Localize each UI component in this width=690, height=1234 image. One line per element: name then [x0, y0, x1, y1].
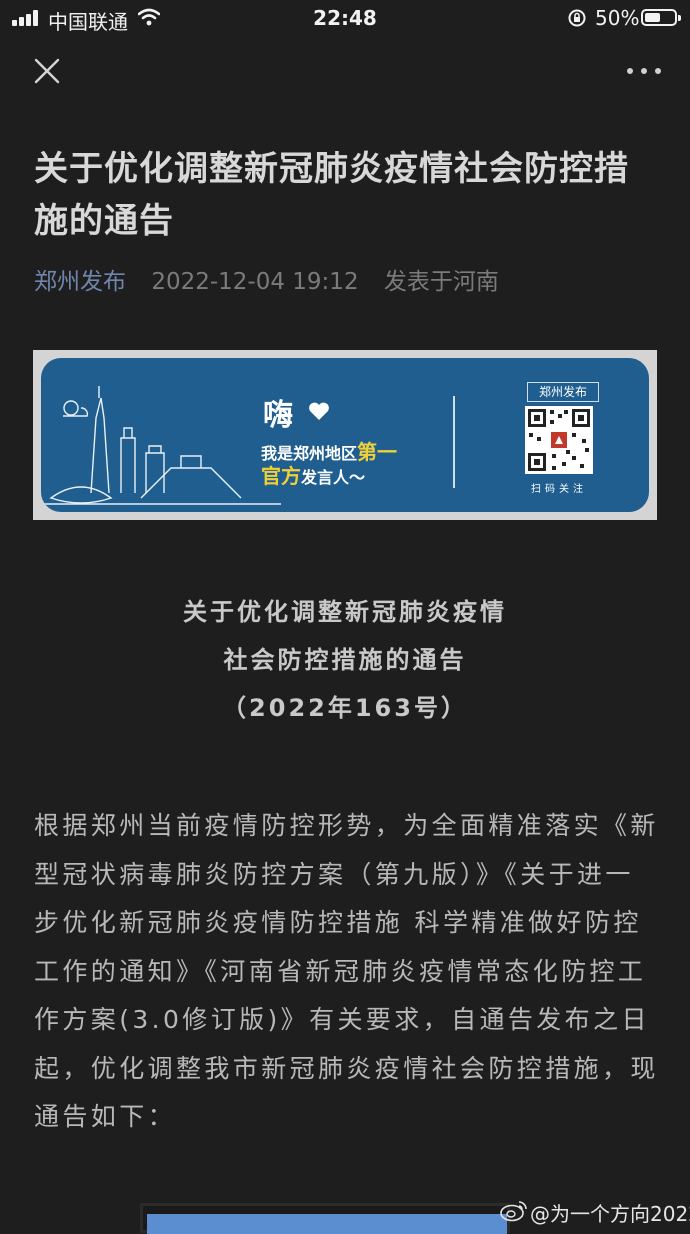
- publish-date: 2022-12-04 19:12: [151, 269, 359, 295]
- banner-slogan-line2: 官方发言人～: [261, 464, 366, 488]
- orientation-lock-icon: [568, 9, 586, 27]
- battery-percentage: 50%: [595, 6, 640, 30]
- watermark-text: @为一个方向2022: [530, 1202, 690, 1226]
- notice-title: 关于优化调整新冠肺炎疫情 社会防控措施的通告 （2022年163号）: [0, 588, 690, 732]
- publish-location: 发表于河南: [383, 269, 499, 295]
- banner-image: 嗨 我是郑州地区第一 官方发言人～ 郑州发布 扫码关注: [33, 350, 657, 520]
- close-icon: [34, 58, 60, 84]
- banner-panel: 嗨 我是郑州地区第一 官方发言人～ 郑州发布 扫码关注: [41, 358, 649, 512]
- more-options-button[interactable]: [624, 60, 664, 82]
- account-name-link[interactable]: 郑州发布: [34, 269, 126, 295]
- article-title: 关于优化调整新冠肺炎疫情社会防控措施的通告: [34, 149, 629, 241]
- battery-icon: [641, 9, 681, 26]
- body-paragraph: 根据郑州当前疫情防控形势，为全面精准落实《新型冠状病毒肺炎防控方案（第九版）》《…: [34, 811, 659, 1131]
- city-skyline-illustration: [41, 386, 281, 505]
- scan-to-follow-label: 扫码关注: [531, 484, 587, 495]
- heart-icon: [309, 402, 329, 420]
- notice-number: （2022年163号）: [222, 694, 468, 722]
- account-logo: 郑州发布: [527, 382, 599, 402]
- next-image-preview: [140, 1203, 510, 1234]
- banner-divider: [453, 396, 455, 488]
- qr-code-image: [525, 406, 593, 474]
- article-meta: 郑州发布 2022-12-04 19:12 发表于河南: [34, 262, 499, 296]
- status-bar: 中国联通 22:48 50%: [0, 0, 690, 36]
- weibo-watermark: @为一个方向2022: [500, 1196, 690, 1227]
- notice-title-line2: 社会防控措施的通告: [223, 646, 467, 674]
- more-icon: [627, 68, 633, 74]
- weibo-icon: [500, 1201, 527, 1222]
- banner-greeting: 嗨: [263, 398, 293, 433]
- clock-time: 22:48: [313, 6, 377, 30]
- close-button[interactable]: [30, 54, 64, 88]
- notice-title-line1: 关于优化调整新冠肺炎疫情: [183, 598, 507, 626]
